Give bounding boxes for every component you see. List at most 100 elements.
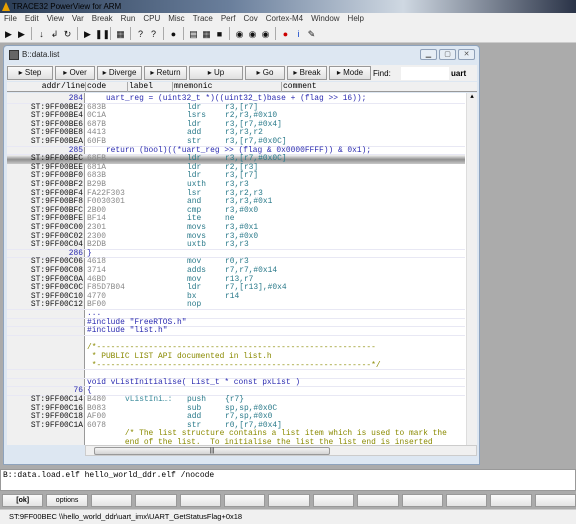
stop-icon[interactable]: ●: [168, 28, 179, 40]
softkey-empty[interactable]: [135, 494, 177, 507]
step-over-icon[interactable]: ▶: [16, 28, 27, 40]
softkey-bar: [ok] options: [2, 494, 576, 507]
menu-break[interactable]: Break: [88, 13, 117, 25]
up-icon[interactable]: ↻: [62, 28, 73, 40]
scroll-thumb[interactable]: |||: [94, 447, 330, 455]
menu-window[interactable]: Window: [307, 13, 343, 25]
menu-cov[interactable]: Cov: [240, 13, 262, 25]
menu-trace[interactable]: Trace: [189, 13, 217, 25]
return-button[interactable]: ▸ Return: [144, 66, 187, 80]
menu-perf[interactable]: Perf: [217, 13, 240, 25]
column-mnemonic[interactable]: mnemonic: [172, 82, 212, 92]
softkey-empty[interactable]: [90, 494, 133, 507]
label: vListIni…:: [125, 395, 173, 404]
find-extra: uart: [451, 68, 467, 78]
step-down-icon[interactable]: ↓: [36, 28, 47, 40]
break-button[interactable]: ▸ Break: [287, 66, 327, 80]
address: ST:9FF00C12: [30, 300, 83, 310]
menu-run[interactable]: Run: [117, 13, 140, 25]
up-button[interactable]: ▸ Up: [189, 66, 243, 80]
list-icon[interactable]: ▤: [188, 28, 199, 40]
menu-cortex-m4[interactable]: Cortex-M4: [262, 13, 307, 25]
toolbar-separator: [130, 27, 131, 40]
button-label: Go: [262, 68, 274, 77]
asm-line[interactable]: ST:9FF00C12 BF00 nop: [7, 301, 465, 310]
menu-misc[interactable]: Misc: [164, 13, 188, 25]
var-watch-icon[interactable]: ◉: [260, 28, 271, 40]
softkey-empty[interactable]: [223, 494, 266, 507]
step-button[interactable]: ▸ Step: [7, 66, 53, 80]
mode-button[interactable]: ▸ Mode: [329, 66, 371, 80]
menu-var[interactable]: Var: [68, 13, 88, 25]
var-icon[interactable]: ◉: [247, 28, 258, 40]
column-addr-line[interactable]: addr/line: [7, 82, 85, 92]
address: ST:9FF00C1A: [30, 420, 83, 430]
info-icon[interactable]: i: [293, 28, 304, 40]
go-icon[interactable]: ▶: [82, 28, 93, 40]
break-icon[interactable]: ❚❚: [95, 28, 110, 40]
find-label: Find:: [373, 68, 391, 78]
column-label[interactable]: label: [127, 82, 153, 92]
column-comment[interactable]: comment: [281, 82, 317, 92]
memory-icon[interactable]: ■: [214, 28, 225, 40]
main-toolbar: ▶ ▶ ↓ ↲ ↻ ▶ ❚❚ ▦?? ● ▤ ▦ ■ ◉ ◉ ◉ ● i ✎: [0, 25, 576, 43]
code-listing[interactable]: 284 uart_reg = (uint32_t *)((uint32_t)ba…: [7, 93, 477, 445]
watch-icon[interactable]: ◉: [234, 28, 245, 40]
column-code[interactable]: code: [85, 82, 106, 92]
data-list-window: B::data.list ▁ ▢ ✕ ▸ Step ▸ Over ▸ Diverge ▸ …: [3, 45, 480, 465]
minimize-button[interactable]: ▁: [420, 49, 437, 60]
window-button-bar: ▸ Step ▸ Over ▸ Diverge ▸ Return ▸ Up ▸ Go ▸ B…: [7, 65, 477, 81]
menu-file[interactable]: File: [0, 13, 21, 25]
single-step-icon[interactable]: ▶: [3, 28, 14, 40]
softkey-empty[interactable]: [268, 494, 310, 507]
menu-help[interactable]: Help: [344, 13, 368, 25]
menu-edit[interactable]: Edit: [21, 13, 43, 25]
softkey-options[interactable]: options: [46, 494, 88, 507]
maximize-button[interactable]: ▢: [439, 49, 456, 60]
trace-icon[interactable]: ●: [280, 28, 291, 40]
softkey-empty[interactable]: [312, 494, 355, 507]
mode-icon[interactable]: ▦: [115, 28, 126, 40]
menu-bar: File Edit View Var Break Run CPU Misc Trace Perf C…: [0, 13, 576, 25]
toolbar-separator: [31, 27, 32, 40]
close-button[interactable]: ✕: [458, 49, 475, 60]
app-title-bar: TRACE32 PowerView for ARM: [0, 0, 576, 13]
tools-icon[interactable]: ✎: [306, 28, 317, 40]
button-label: Diverge: [108, 68, 137, 77]
find-input[interactable]: [401, 66, 449, 80]
source-line[interactable]: #include "FreeRTOS.h": [7, 318, 465, 328]
toolbar-separator: [275, 27, 276, 40]
softkey-empty[interactable]: [490, 494, 532, 507]
softkey-empty[interactable]: [401, 494, 443, 507]
source-line[interactable]: #include "list.h": [7, 327, 465, 336]
source-line[interactable]: ...: [7, 309, 465, 319]
button-label: Break: [299, 68, 321, 77]
softkey-empty[interactable]: [534, 494, 576, 507]
diverge-button[interactable]: ▸ Diverge: [97, 66, 142, 80]
softkey-empty[interactable]: [179, 494, 221, 507]
window-icon: [9, 50, 19, 60]
over-button[interactable]: ▸ Over: [55, 66, 95, 80]
toolbar-separator: [183, 27, 184, 40]
return-icon[interactable]: ↲: [49, 28, 60, 40]
menu-cpu[interactable]: CPU: [139, 13, 164, 25]
register-icon[interactable]: ▦: [201, 28, 212, 40]
help-icon[interactable]: ?: [135, 28, 146, 40]
softkey-ok[interactable]: [ok]: [2, 494, 44, 507]
menu-view[interactable]: View: [43, 13, 68, 25]
command-line-input[interactable]: B::data.load.elf hello_world_ddr.elf /no…: [0, 469, 576, 491]
source-line[interactable]: *---------------------------------------…: [7, 360, 465, 371]
status-bar: ST:9FF00BEC \\hello_world_ddr\uart_imx\U…: [0, 509, 576, 524]
vertical-scrollbar[interactable]: ▲: [466, 93, 477, 445]
window-title-bar: B::data.list ▁ ▢ ✕: [4, 46, 479, 64]
source-text: *---------------------------------------…: [87, 360, 381, 370]
softkey-empty[interactable]: [445, 494, 488, 507]
status-text: ST:9FF00BEC \\hello_world_ddr\uart_imx\U…: [9, 512, 243, 521]
button-label: Over: [69, 68, 87, 77]
horizontal-scrollbar[interactable]: |||: [85, 445, 477, 456]
softkey-empty[interactable]: [357, 494, 399, 507]
source-text: void vListInitialise( List_t * const pxL…: [87, 377, 301, 387]
context-help-icon[interactable]: ?: [148, 28, 159, 40]
go-button[interactable]: ▸ Go: [245, 66, 285, 80]
button-label: Step: [24, 68, 42, 77]
